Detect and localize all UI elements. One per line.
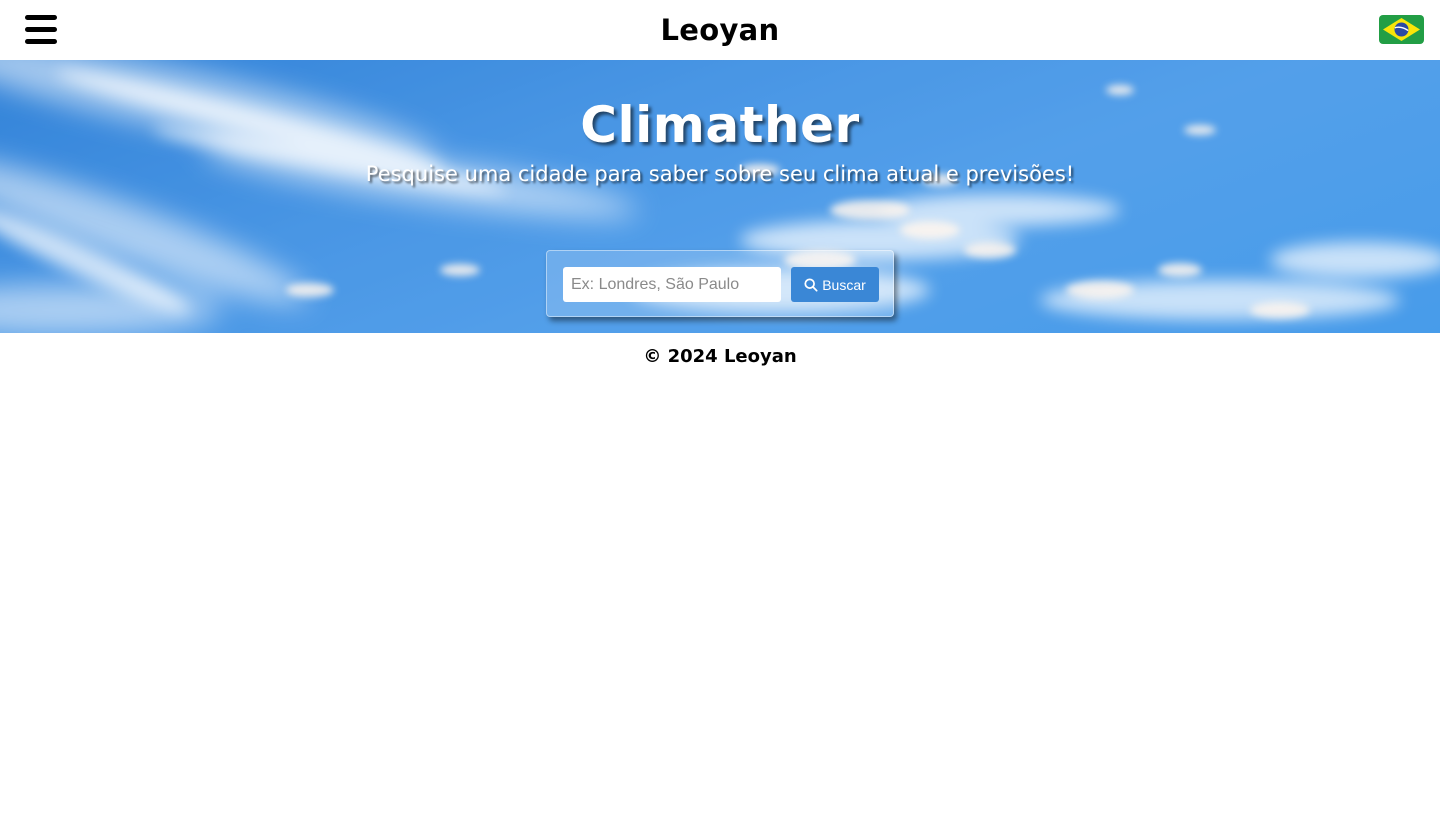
hamburger-menu-icon[interactable] [25, 15, 57, 44]
brazil-flag-icon[interactable] [1379, 15, 1424, 44]
search-icon [804, 277, 818, 292]
search-button-label: Buscar [822, 276, 866, 293]
brand-title[interactable]: Leoyan [661, 13, 780, 47]
app-subtitle: Pesquise uma cidade para saber sobre seu… [365, 162, 1075, 186]
hero-banner: Climather Pesquise uma cidade para saber… [0, 60, 1440, 333]
city-search-form: Buscar [546, 250, 894, 317]
top-navbar: Leoyan [0, 0, 1440, 60]
search-button[interactable]: Buscar [791, 267, 879, 302]
city-search-input[interactable] [563, 267, 781, 302]
app-title: Climather [580, 96, 860, 154]
footer-copyright: © 2024 Leoyan [643, 346, 797, 367]
